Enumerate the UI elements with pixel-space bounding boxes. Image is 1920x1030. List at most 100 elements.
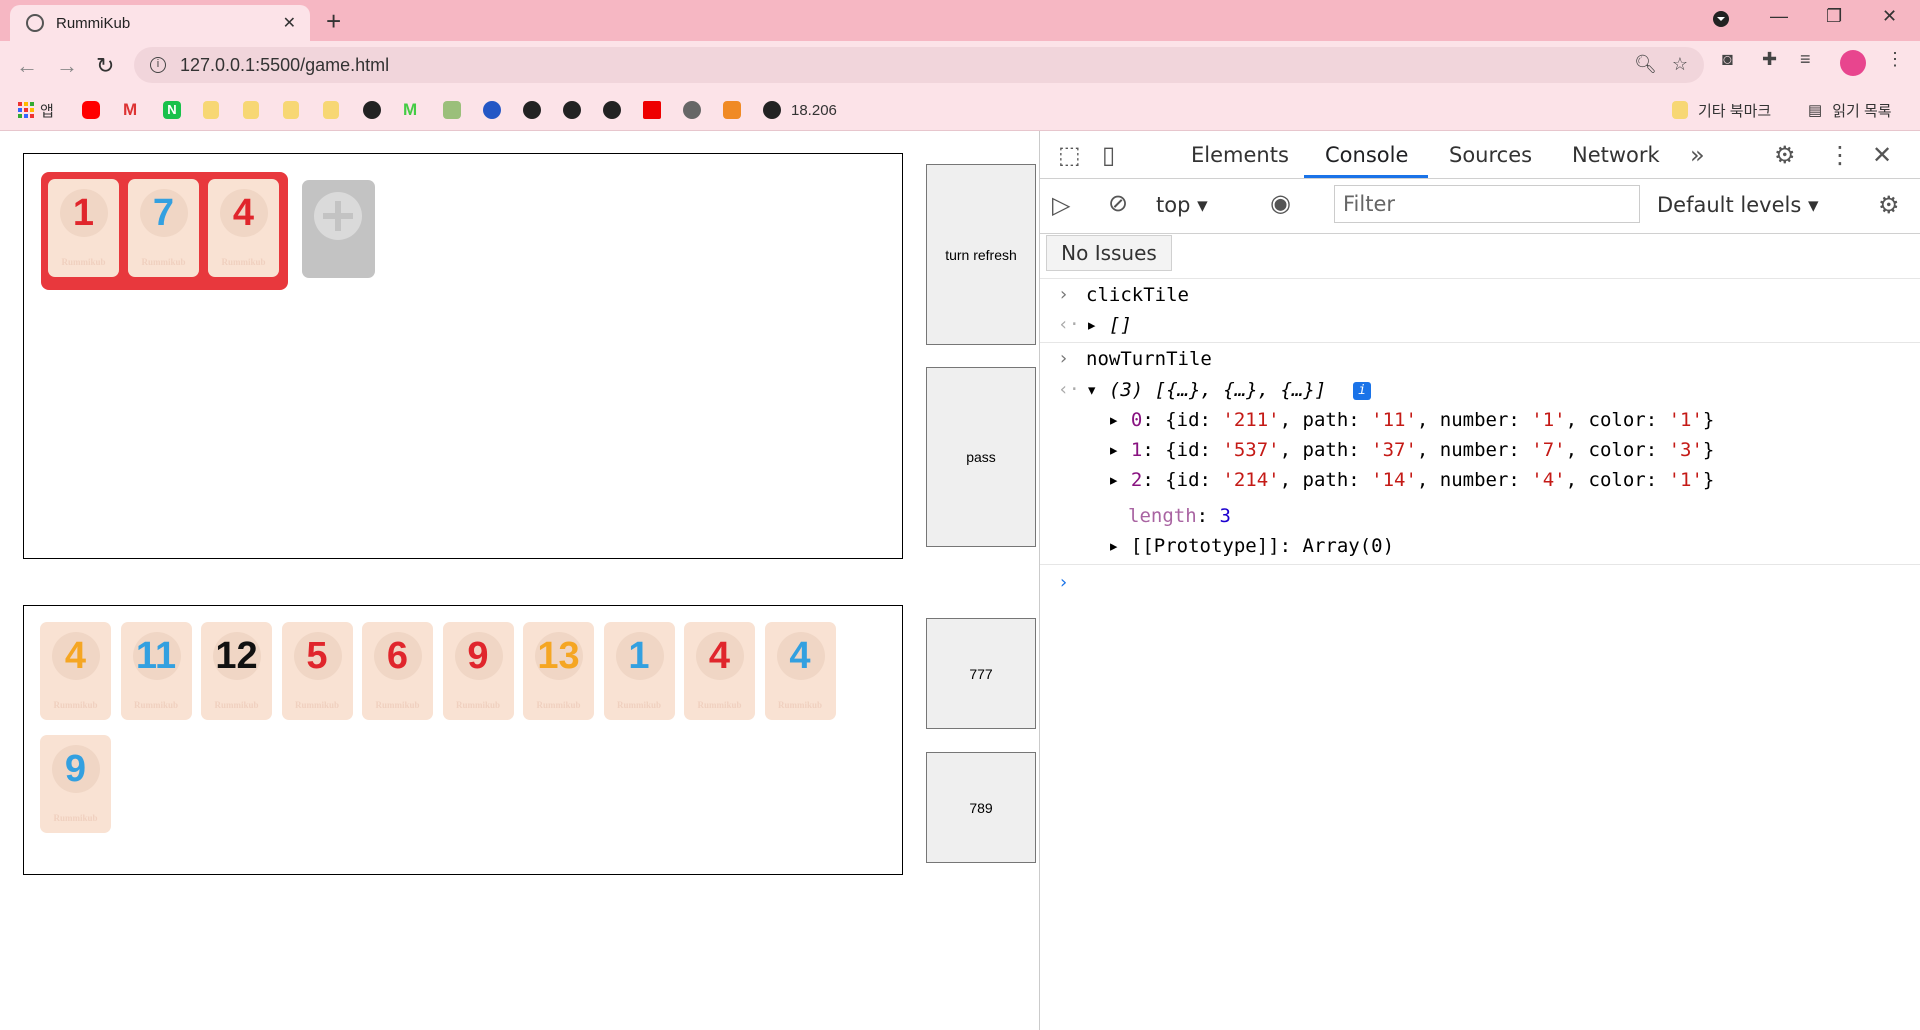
reload-icon[interactable]: ↻	[96, 53, 114, 79]
tile-number: 7	[152, 192, 175, 234]
steam-icon[interactable]	[683, 100, 701, 120]
levels-dropdown[interactable]: Default levels ▾	[1657, 193, 1819, 217]
prompt-caret-icon: ›	[1058, 572, 1069, 593]
tab-elements[interactable]: Elements	[1191, 143, 1289, 167]
globe-icon[interactable]	[603, 100, 621, 120]
result-arrow-icon: ‹·	[1058, 314, 1080, 335]
console-input-line: › clickTile	[1040, 280, 1920, 310]
camera-icon[interactable]: ◙	[1722, 49, 1733, 70]
input-caret-icon: ›	[1058, 284, 1069, 305]
tab-console[interactable]: Console	[1325, 143, 1408, 167]
tile-brand: Rummikub	[214, 700, 259, 710]
devtools-panel: ⬚ ▯ Elements Console Sources Network » ⚙…	[1039, 131, 1920, 1030]
bookmark-apps[interactable]: 앱	[18, 100, 54, 120]
minimize-icon[interactable]: —	[1770, 6, 1788, 27]
board-tile[interactable]: 7 Rummikub	[128, 179, 199, 277]
m-icon[interactable]: M	[403, 100, 417, 120]
zoom-bookmark-icons[interactable]: 🔍︎ ☆	[1634, 54, 1688, 75]
console-settings-icon[interactable]: ⚙	[1878, 191, 1900, 219]
building-icon[interactable]	[443, 100, 461, 120]
close-icon[interactable]: ✕	[283, 13, 296, 33]
context-selector[interactable]: top ▾	[1156, 193, 1208, 217]
tile-brand: Rummikub	[221, 257, 266, 267]
extensions-icon[interactable]: ✚	[1762, 49, 1777, 70]
address-bar[interactable]: i 127.0.0.1:5500/game.html 🔍︎ ☆	[134, 47, 1704, 83]
tile-number: 13	[537, 635, 580, 677]
console-prototype-line[interactable]: ▸ [[Prototype]]: Array(0)	[1040, 531, 1920, 561]
blue-swirl-icon[interactable]	[483, 100, 501, 120]
bookmark-18206[interactable]: 18.206	[763, 100, 837, 120]
more-options-icon[interactable]: ⋮	[1828, 141, 1852, 169]
tab-search-icon[interactable]	[1712, 10, 1730, 33]
input-caret-icon: ›	[1058, 348, 1069, 369]
rack-tile[interactable]: 13 Rummikub	[523, 622, 594, 720]
folder-icon[interactable]	[243, 100, 259, 120]
globe-icon[interactable]	[523, 100, 541, 120]
close-window-icon[interactable]: ✕	[1882, 6, 1897, 27]
folder-icon[interactable]	[283, 100, 299, 120]
tab-network[interactable]: Network	[1572, 143, 1660, 167]
browser-tab[interactable]: RummiKub ✕	[10, 5, 310, 41]
site-info-icon[interactable]: i	[150, 57, 166, 73]
add-tile-button[interactable]	[302, 180, 375, 278]
box-icon[interactable]	[723, 100, 741, 120]
rack-tile[interactable]: 4 Rummikub	[764, 622, 836, 720]
back-icon[interactable]: ←	[16, 53, 38, 79]
reading-list[interactable]: ▤ 읽기 목록	[1808, 100, 1892, 120]
filter-input[interactable]: Filter	[1334, 185, 1640, 223]
rack-tile[interactable]: 12 Rummikub	[201, 622, 272, 720]
button-789[interactable]: 789	[926, 752, 1036, 863]
console-prompt[interactable]: ›	[1040, 568, 1920, 598]
rack-tile[interactable]: 4 Rummikub	[40, 622, 111, 720]
folder-icon[interactable]	[203, 100, 219, 120]
tile-brand: Rummikub	[53, 700, 98, 710]
console-object-row[interactable]: ▸ 1: {id: '537', path: '37', number: '7'…	[1040, 435, 1920, 465]
board-tile[interactable]: 4 Rummikub	[208, 179, 279, 277]
rack-tile[interactable]: 11 Rummikub	[120, 622, 192, 720]
console-array-summary[interactable]: ‹· ▾ (3) [{…}, {…}, {…}] i	[1040, 375, 1920, 405]
console-length-line: length: 3	[1128, 505, 1231, 527]
gmail-icon[interactable]: M	[123, 100, 137, 120]
console-result-line[interactable]: ‹· ▸ []	[1040, 310, 1920, 340]
inspect-icon[interactable]: ⬚	[1058, 141, 1081, 169]
device-toolbar-icon[interactable]: ▯	[1102, 141, 1115, 169]
rack-tile[interactable]: 9 Rummikub	[40, 735, 111, 833]
tile-brand: Rummikub	[697, 700, 742, 710]
info-icon[interactable]: i	[1353, 382, 1371, 400]
turn-refresh-button[interactable]: turn refresh	[926, 164, 1036, 345]
board-tile[interactable]: 1 Rummikub	[48, 179, 119, 277]
menu-icon[interactable]: ⋮	[1886, 49, 1904, 70]
now-icon[interactable]	[643, 100, 661, 120]
pass-button[interactable]: pass	[926, 367, 1036, 547]
profile-avatar[interactable]	[1840, 50, 1866, 76]
tab-sources[interactable]: Sources	[1449, 143, 1532, 167]
rack-tile[interactable]: 9 Rummikub	[442, 622, 514, 720]
forward-icon[interactable]: →	[56, 53, 78, 79]
issues-button[interactable]: No Issues	[1046, 235, 1172, 271]
naver-icon[interactable]: N	[163, 100, 181, 120]
close-devtools-icon[interactable]: ✕	[1872, 141, 1892, 169]
clear-console-icon[interactable]: ⊘	[1108, 189, 1128, 217]
sidebar-toggle-icon[interactable]: ▷	[1052, 191, 1070, 219]
restore-icon[interactable]: ❐	[1826, 6, 1842, 27]
rack-tile[interactable]: 1 Rummikub	[603, 622, 675, 720]
url-text: 127.0.0.1:5500/game.html	[180, 54, 390, 75]
youtube-icon[interactable]	[82, 100, 100, 120]
folder-icon[interactable]	[323, 100, 339, 120]
devtools-tabbar: ⬚ ▯ Elements Console Sources Network » ⚙…	[1040, 131, 1920, 179]
more-tabs-icon[interactable]: »	[1690, 141, 1705, 169]
new-tab-button[interactable]: +	[326, 6, 341, 37]
rack-tile[interactable]: 5 Rummikub	[281, 622, 353, 720]
media-icon[interactable]: ≡	[1800, 49, 1811, 70]
rack-tile[interactable]: 6 Rummikub	[362, 622, 433, 720]
other-bookmarks[interactable]: 기타 북마크	[1672, 100, 1771, 120]
eye-icon[interactable]: ◉	[1270, 189, 1291, 217]
console-object-row[interactable]: ▸ 0: {id: '211', path: '11', number: '1'…	[1040, 405, 1920, 435]
rack-tile[interactable]: 4 Rummikub	[684, 622, 755, 720]
tile-brand: Rummikub	[53, 813, 98, 823]
github-icon[interactable]	[363, 100, 381, 120]
button-777[interactable]: 777	[926, 618, 1036, 729]
globe-icon[interactable]	[563, 100, 581, 120]
console-object-row[interactable]: ▸ 2: {id: '214', path: '14', number: '4'…	[1040, 465, 1920, 495]
gear-icon[interactable]: ⚙	[1774, 141, 1796, 169]
